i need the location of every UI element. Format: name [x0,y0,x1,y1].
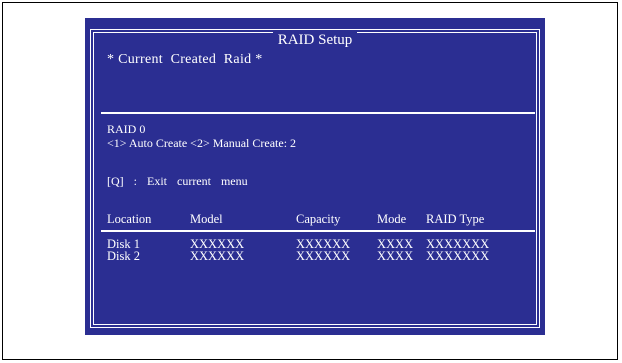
exit-menu-hint[interactable]: [Q] : Exit current menu [107,175,248,188]
disk-model: XXXXXX [190,249,245,263]
window-title-text: RAID Setup [272,32,358,48]
window-title: RAID Setup [85,32,545,48]
disk-location: Disk 2 [107,249,140,263]
column-header-capacity: Capacity [296,212,341,226]
raid-setup-screen: RAID Setup * Current Created Raid * RAID… [85,18,545,335]
raid-level-label: RAID 0 [107,122,146,136]
column-header-model: Model [190,212,223,226]
disk-raid-type: XXXXXXX [426,249,490,263]
disk-mode: XXXX [377,249,414,263]
column-header-mode: Mode [377,212,407,226]
column-header-raid-type: RAID Type [426,212,485,226]
table-header-divider [101,230,535,232]
section-divider [101,112,535,114]
create-mode-prompt[interactable]: <1> Auto Create <2> Manual Create: 2 [107,137,296,150]
column-header-location: Location [107,212,152,226]
current-created-raid-heading: * Current Created Raid * [107,52,263,67]
disk-capacity: XXXXXX [296,249,351,263]
